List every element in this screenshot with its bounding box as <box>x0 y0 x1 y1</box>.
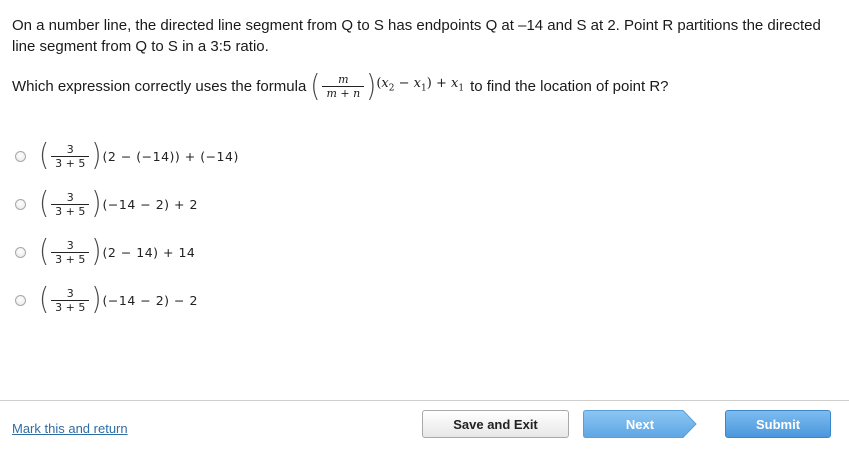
prompt-after: to find the location of point R? <box>470 78 669 95</box>
radio-button[interactable] <box>15 294 26 306</box>
answer-option-4[interactable]: ( 3 3 + 5 ) (−14 − 2) − 2 <box>15 276 239 324</box>
submit-button[interactable]: Submit <box>725 410 831 438</box>
question-block: On a number line, the directed line segm… <box>12 15 837 104</box>
right-paren: ) <box>366 69 377 104</box>
option-body: (−14 − 2) + 2 <box>102 196 198 212</box>
formula-denominator: m + n <box>322 86 365 100</box>
option-expression: ( 3 3 + 5 ) (2 − (−14)) + (−14) <box>39 138 239 174</box>
prompt-before: Which expression correctly uses the form… <box>12 78 307 95</box>
formula-fraction: m m + n <box>322 73 365 100</box>
answer-option-1[interactable]: ( 3 3 + 5 ) (2 − (−14)) + (−14) <box>15 132 239 180</box>
radio-button[interactable] <box>15 246 26 258</box>
answer-options: ( 3 3 + 5 ) (2 − (−14)) + (−14) ( 3 3 + … <box>15 132 239 324</box>
question-text: On a number line, the directed line segm… <box>12 17 821 55</box>
formula: ( m m + n ) (x2 − x1) + x1 <box>310 69 465 104</box>
left-paren: ( <box>310 69 321 104</box>
option-expression: ( 3 3 + 5 ) (2 − 14) + 14 <box>39 234 196 270</box>
option-body: (−14 − 2) − 2 <box>102 292 198 308</box>
save-and-exit-button[interactable]: Save and Exit <box>422 410 569 438</box>
option-body: (2 − 14) + 14 <box>102 244 196 260</box>
formula-body: (x2 − x1) + x1 <box>376 76 465 94</box>
next-button[interactable]: Next <box>583 410 697 438</box>
radio-button[interactable] <box>15 150 26 162</box>
option-body: (2 − (−14)) + (−14) <box>102 148 239 164</box>
radio-button[interactable] <box>15 198 26 210</box>
mark-and-return-link[interactable]: Mark this and return <box>12 421 128 436</box>
next-label: Next <box>625 416 655 432</box>
option-fraction: 3 3 + 5 <box>51 239 90 266</box>
answer-option-2[interactable]: ( 3 3 + 5 ) (−14 − 2) + 2 <box>15 180 239 228</box>
option-expression: ( 3 3 + 5 ) (−14 − 2) + 2 <box>39 186 198 222</box>
answer-option-3[interactable]: ( 3 3 + 5 ) (2 − 14) + 14 <box>15 228 239 276</box>
option-fraction: 3 3 + 5 <box>51 287 90 314</box>
formula-numerator: m <box>338 73 349 86</box>
question-prompt: Which expression correctly uses the form… <box>12 69 837 104</box>
footer-bar: Mark this and return Save and Exit Next … <box>0 400 849 458</box>
option-fraction: 3 3 + 5 <box>51 143 90 170</box>
option-expression: ( 3 3 + 5 ) (−14 − 2) − 2 <box>39 282 198 318</box>
option-fraction: 3 3 + 5 <box>51 191 90 218</box>
